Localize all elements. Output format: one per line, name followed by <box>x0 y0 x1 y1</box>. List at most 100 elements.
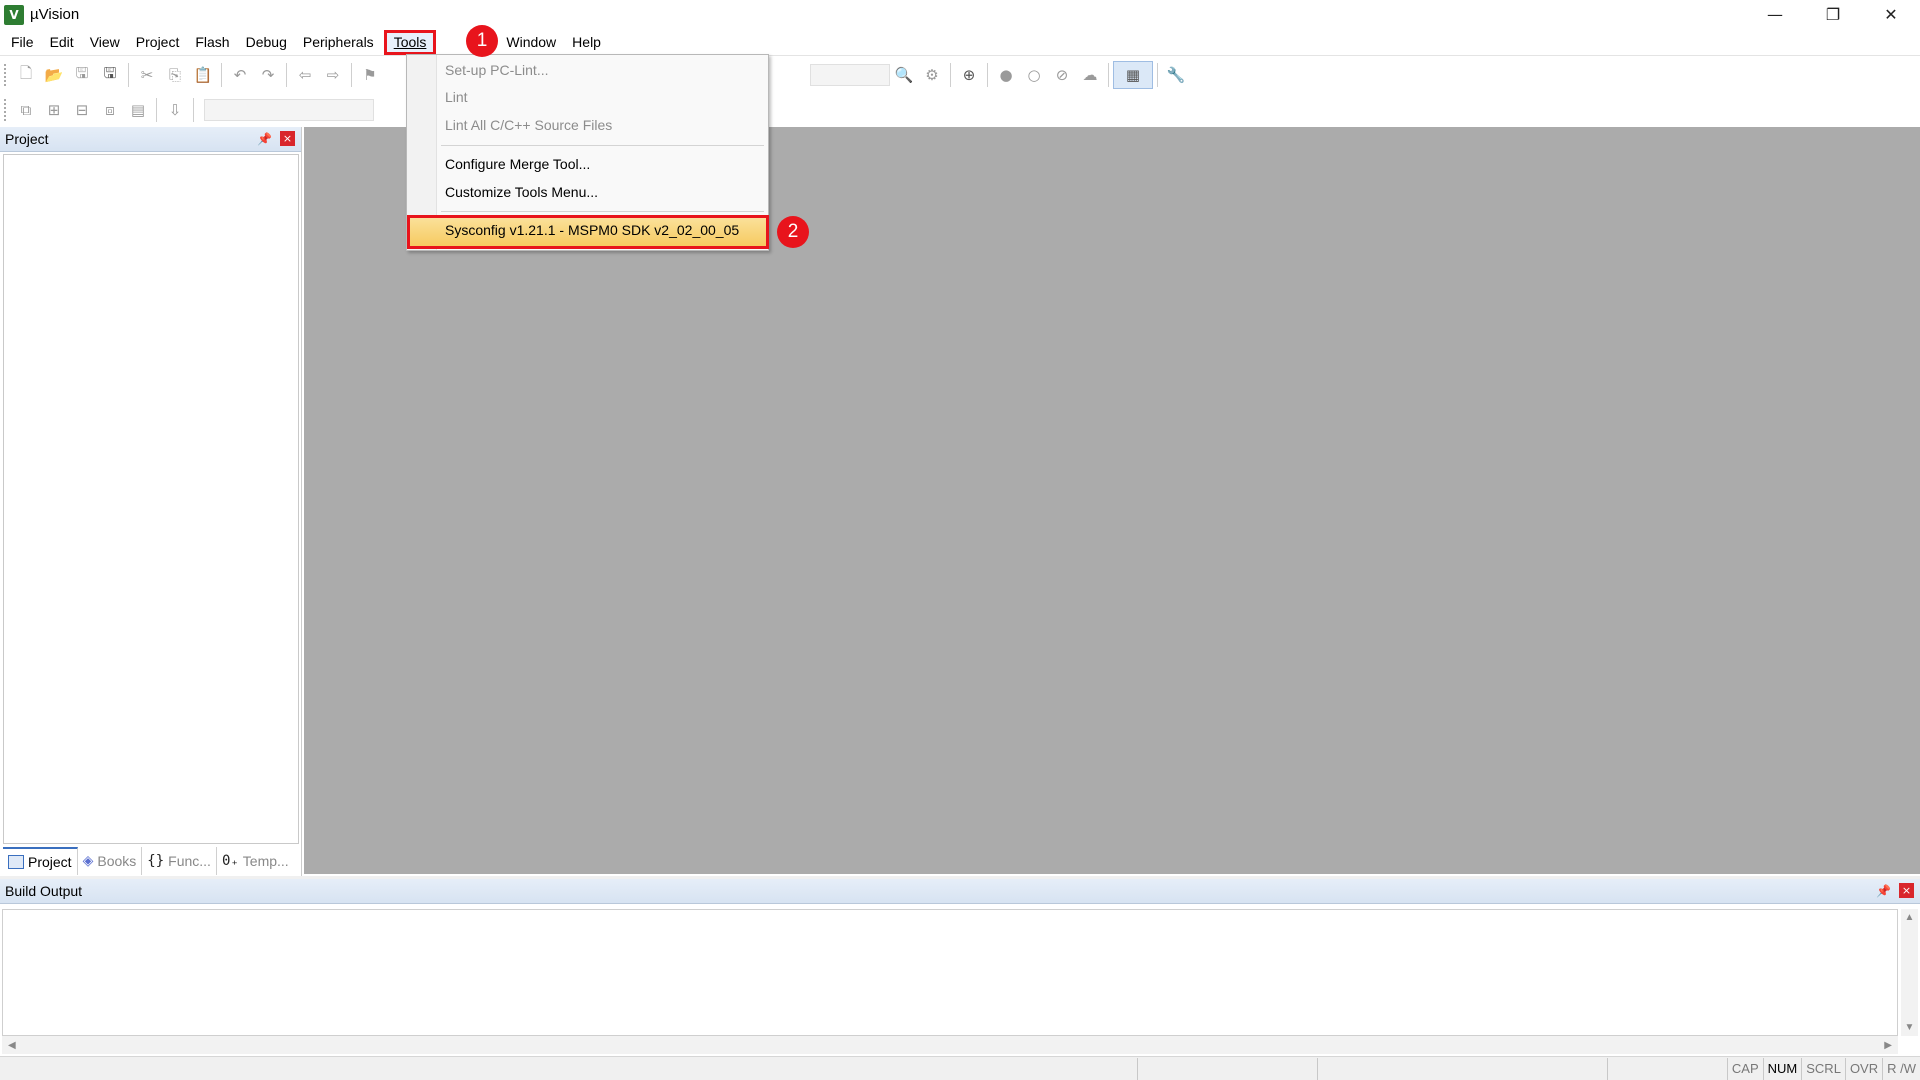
menu-edit[interactable]: Edit <box>42 30 82 55</box>
build-output-header-buttons: 📌 × <box>1876 883 1914 898</box>
toolbar-separator <box>987 63 988 87</box>
title-bar: V µVision — ❐ ✕ <box>0 0 1920 29</box>
kill-all-breakpoints-icon[interactable]: ☁ <box>1076 61 1104 89</box>
toolbar-separator <box>1108 63 1109 87</box>
tools-dropdown-menu: Set-up PC-Lint... Lint Lint All C/C++ So… <box>406 54 769 251</box>
menu-peripherals[interactable]: Peripherals <box>295 30 382 55</box>
undo-icon[interactable]: ↶ <box>226 61 254 89</box>
menu-debug[interactable]: Debug <box>238 30 295 55</box>
pin-icon[interactable]: 📌 <box>1876 884 1891 898</box>
menu-flash[interactable]: Flash <box>187 30 237 55</box>
books-tab-icon: ◈ <box>82 853 94 869</box>
redo-icon[interactable]: ↷ <box>254 61 282 89</box>
project-pane-header-buttons: 📌 × <box>257 131 295 146</box>
menu-tools-label: Tools <box>393 34 427 50</box>
standard-toolbar: 🗋 📂 🖫 🖫 ✂ ⎘ 📋 ↶ ↷ ⇦ ⇨ ⚑ 🔍 ⚙ ⊕ ● ○ ⊘ ☁ ▦ … <box>0 57 1920 93</box>
close-pane-icon[interactable]: × <box>1899 883 1914 898</box>
close-window-button[interactable]: ✕ <box>1862 0 1920 29</box>
new-file-icon[interactable]: 🗋 <box>12 61 40 89</box>
toolbar-separator <box>286 63 287 87</box>
tab-books[interactable]: ◈ Books <box>78 847 143 875</box>
cut-icon[interactable]: ✂ <box>133 61 161 89</box>
find-in-files-icon[interactable]: 🔍 <box>890 61 918 89</box>
project-pane-header: Project 📌 × <box>0 127 301 152</box>
save-icon[interactable]: 🖫 <box>68 61 96 89</box>
project-pane-title: Project <box>5 131 49 147</box>
menu-view[interactable]: View <box>82 30 128 55</box>
status-scrl: SCRL <box>1801 1057 1845 1080</box>
build-output-header: Build Output 📌 × <box>0 879 1920 904</box>
build-output-text[interactable] <box>2 909 1898 1036</box>
status-segment-blank <box>1606 1057 1727 1080</box>
tab-functions-label: Func... <box>168 853 211 869</box>
menu-item-customize-tools-menu[interactable]: Customize Tools Menu... <box>445 179 598 205</box>
callout-badge-step-2: 2 <box>777 216 809 248</box>
bookmark-icon[interactable]: ⚑ <box>356 61 384 89</box>
functions-tab-icon: {} <box>147 853 165 869</box>
build-output-title: Build Output <box>5 883 83 899</box>
navigate-back-icon[interactable]: ⇦ <box>291 61 319 89</box>
incremental-find-icon[interactable]: ⚙ <box>918 61 946 89</box>
window-title: µVision <box>30 6 80 23</box>
disable-all-breakpoints-icon[interactable]: ⊘ <box>1048 61 1076 89</box>
save-all-icon[interactable]: 🖫 <box>96 61 124 89</box>
menu-item-lint[interactable]: Lint <box>445 84 468 110</box>
scroll-down-icon[interactable]: ▼ <box>1905 1022 1915 1033</box>
menu-separator <box>441 211 764 212</box>
restore-button[interactable]: ❐ <box>1804 0 1862 29</box>
batch-build-icon[interactable]: ⧈ <box>96 96 124 124</box>
project-tree-view[interactable] <box>3 154 299 844</box>
toolbar-separator <box>221 63 222 87</box>
status-num: NUM <box>1762 1057 1802 1080</box>
translate-icon[interactable]: ⧉ <box>12 96 40 124</box>
close-pane-icon[interactable]: × <box>280 131 295 146</box>
toolbar-grip[interactable] <box>4 99 8 121</box>
horizontal-scrollbar[interactable]: ◀ ▶ <box>2 1036 1898 1054</box>
project-pane: Project 📌 × Project ◈ Books {} Func... 0… <box>0 127 302 876</box>
toolbar-grip[interactable] <box>4 64 8 86</box>
tab-functions[interactable]: {} Func... <box>142 847 217 875</box>
menu-item-setup-pc-lint[interactable]: Set-up PC-Lint... <box>445 57 549 83</box>
zoom-icon[interactable]: ⊕ <box>955 61 983 89</box>
menu-file[interactable]: File <box>3 30 42 55</box>
stop-build-icon[interactable]: ▤ <box>124 96 152 124</box>
download-load-icon[interactable]: ⇩ <box>161 96 189 124</box>
build-toolbar: ⧉ ⊞ ⊟ ⧈ ▤ ⇩ <box>0 93 1920 127</box>
configuration-wrench-icon[interactable]: 🔧 <box>1162 61 1190 89</box>
pin-icon[interactable]: 📌 <box>257 132 272 146</box>
target-select-combo[interactable] <box>204 99 374 121</box>
vertical-scrollbar[interactable]: ▲ ▼ <box>1901 909 1918 1036</box>
minimize-button[interactable]: — <box>1746 0 1804 29</box>
find-combo[interactable] <box>810 64 890 86</box>
menu-item-configure-merge-tool[interactable]: Configure Merge Tool... <box>445 151 590 177</box>
menu-window[interactable]: Window <box>498 30 564 55</box>
toolbar-separator <box>351 63 352 87</box>
toolbar-separator <box>950 63 951 87</box>
toolbar-separator <box>1157 63 1158 87</box>
tab-templates[interactable]: 0₊ Temp... <box>217 847 294 875</box>
menu-item-sysconfig-label: Sysconfig v1.21.1 - MSPM0 SDK v2_02_00_0… <box>445 222 740 238</box>
status-segment-blank <box>1136 1057 1317 1080</box>
scroll-up-icon[interactable]: ▲ <box>1905 912 1915 923</box>
project-pane-tabs: Project ◈ Books {} Func... 0₊ Temp... <box>3 846 299 876</box>
disable-breakpoint-icon[interactable]: ○ <box>1020 61 1048 89</box>
project-tab-icon <box>8 855 24 869</box>
paste-icon[interactable]: 📋 <box>189 61 217 89</box>
insert-breakpoint-icon[interactable]: ● <box>992 61 1020 89</box>
menu-item-sysconfig[interactable]: Sysconfig v1.21.1 - MSPM0 SDK v2_02_00_0… <box>407 215 769 249</box>
open-file-icon[interactable]: 📂 <box>40 61 68 89</box>
tab-project-label: Project <box>28 854 72 870</box>
build-icon[interactable]: ⊞ <box>40 96 68 124</box>
menu-project[interactable]: Project <box>128 30 188 55</box>
scroll-left-icon[interactable]: ◀ <box>8 1040 16 1051</box>
menu-item-lint-all[interactable]: Lint All C/C++ Source Files <box>445 112 612 138</box>
window-layout-icon[interactable]: ▦ <box>1113 61 1153 89</box>
scroll-right-icon[interactable]: ▶ <box>1884 1040 1892 1051</box>
tab-project[interactable]: Project <box>3 847 78 875</box>
rebuild-icon[interactable]: ⊟ <box>68 96 96 124</box>
menu-help[interactable]: Help <box>564 30 609 55</box>
navigate-forward-icon[interactable]: ⇨ <box>319 61 347 89</box>
copy-icon[interactable]: ⎘ <box>161 61 189 89</box>
menu-tools[interactable]: Tools <box>383 29 437 55</box>
menu-separator <box>441 145 764 146</box>
